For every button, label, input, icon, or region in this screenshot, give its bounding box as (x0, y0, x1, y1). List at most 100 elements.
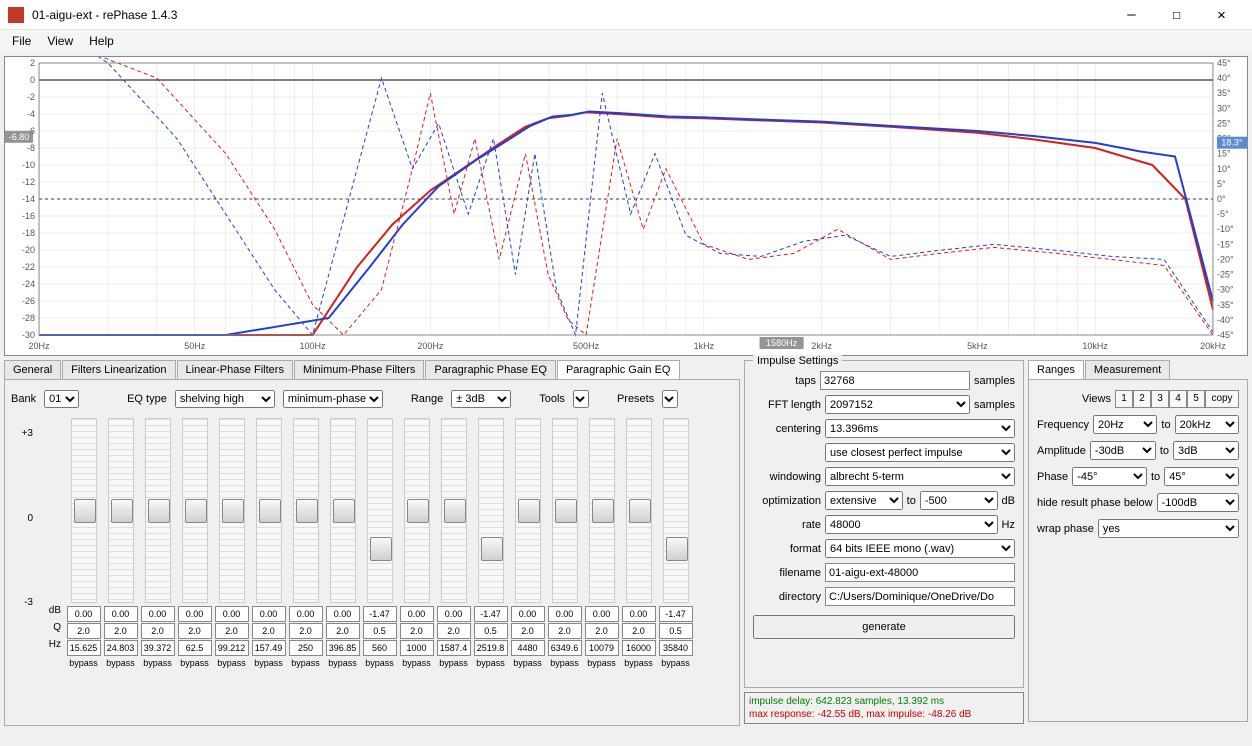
eq-db-7[interactable]: 0.00 (326, 606, 360, 622)
eq-slider-14[interactable] (589, 418, 615, 603)
tab-measurement[interactable]: Measurement (1085, 360, 1170, 379)
eq-slider-5[interactable] (256, 418, 282, 603)
eq-hz-11[interactable]: 2519.8 (474, 640, 508, 656)
view-3[interactable]: 3 (1151, 390, 1169, 408)
rate-select[interactable]: 48000 (825, 515, 998, 534)
phase-mode-select[interactable]: minimum-phase (283, 390, 383, 408)
eq-hz-7[interactable]: 396.85 (326, 640, 360, 656)
eq-db-5[interactable]: 0.00 (252, 606, 286, 622)
eq-q-5[interactable]: 2.0 (252, 623, 286, 639)
eq-slider-11[interactable] (478, 418, 504, 603)
eq-bypass-10[interactable]: bypass (437, 657, 471, 671)
eq-hz-4[interactable]: 99.212 (215, 640, 249, 656)
eq-slider-13[interactable] (552, 418, 578, 603)
eq-slider-3[interactable] (182, 418, 208, 603)
eq-db-2[interactable]: 0.00 (141, 606, 175, 622)
eq-bypass-6[interactable]: bypass (289, 657, 323, 671)
eq-bypass-15[interactable]: bypass (622, 657, 656, 671)
eq-slider-0[interactable] (71, 418, 97, 603)
eq-q-13[interactable]: 2.0 (548, 623, 582, 639)
filename-input[interactable] (825, 563, 1015, 582)
eq-q-6[interactable]: 2.0 (289, 623, 323, 639)
eq-slider-2[interactable] (145, 418, 171, 603)
eq-q-8[interactable]: 0.5 (363, 623, 397, 639)
eq-q-1[interactable]: 2.0 (104, 623, 138, 639)
centering-ms-select[interactable]: 13.396ms (825, 419, 1015, 438)
tab-linear-phase-filters[interactable]: Linear-Phase Filters (177, 360, 293, 379)
eq-slider-15[interactable] (626, 418, 652, 603)
eq-bypass-12[interactable]: bypass (511, 657, 545, 671)
eq-q-11[interactable]: 0.5 (474, 623, 508, 639)
hide-phase-select[interactable]: -100dB (1157, 493, 1239, 512)
eq-db-14[interactable]: 0.00 (585, 606, 619, 622)
range-select[interactable]: ± 3dB (451, 390, 511, 408)
eq-db-16[interactable]: -1.47 (659, 606, 693, 622)
eq-q-15[interactable]: 2.0 (622, 623, 656, 639)
eq-bypass-8[interactable]: bypass (363, 657, 397, 671)
eq-slider-6[interactable] (293, 418, 319, 603)
eq-hz-13[interactable]: 6349.6 (548, 640, 582, 656)
tab-minimum-phase-filters[interactable]: Minimum-Phase Filters (294, 360, 424, 379)
menu-view[interactable]: View (39, 32, 81, 50)
eq-hz-8[interactable]: 560 (363, 640, 397, 656)
eq-hz-1[interactable]: 24.803 (104, 640, 138, 656)
phase-from[interactable]: -45° (1072, 467, 1147, 486)
view-2[interactable]: 2 (1133, 390, 1151, 408)
eq-bypass-5[interactable]: bypass (252, 657, 286, 671)
eq-slider-8[interactable] (367, 418, 393, 603)
view-1[interactable]: 1 (1115, 390, 1133, 408)
eq-db-13[interactable]: 0.00 (548, 606, 582, 622)
eq-q-2[interactable]: 2.0 (141, 623, 175, 639)
generate-button[interactable]: generate (753, 615, 1015, 639)
eq-db-12[interactable]: 0.00 (511, 606, 545, 622)
view-copy[interactable]: copy (1205, 390, 1239, 408)
eq-slider-1[interactable] (108, 418, 134, 603)
tools-menu[interactable] (573, 390, 589, 408)
eq-q-12[interactable]: 2.0 (511, 623, 545, 639)
eq-db-8[interactable]: -1.47 (363, 606, 397, 622)
eq-hz-5[interactable]: 157.49 (252, 640, 286, 656)
eq-db-3[interactable]: 0.00 (178, 606, 212, 622)
eq-slider-7[interactable] (330, 418, 356, 603)
optimization-target-select[interactable]: -500 (920, 491, 998, 510)
eq-q-0[interactable]: 2.0 (67, 623, 101, 639)
eq-bypass-14[interactable]: bypass (585, 657, 619, 671)
eq-db-0[interactable]: 0.00 (67, 606, 101, 622)
eq-slider-16[interactable] (663, 418, 689, 603)
menu-help[interactable]: Help (81, 32, 122, 50)
presets-menu[interactable] (662, 390, 678, 408)
taps-input[interactable] (820, 371, 970, 390)
eq-bypass-2[interactable]: bypass (141, 657, 175, 671)
amp-from[interactable]: -30dB (1090, 441, 1156, 460)
eq-db-15[interactable]: 0.00 (622, 606, 656, 622)
close-button[interactable]: ✕ (1199, 0, 1244, 29)
eq-hz-12[interactable]: 4480 (511, 640, 545, 656)
eq-db-9[interactable]: 0.00 (400, 606, 434, 622)
eq-hz-16[interactable]: 35840 (659, 640, 693, 656)
freq-from[interactable]: 20Hz (1093, 415, 1157, 434)
eq-q-14[interactable]: 2.0 (585, 623, 619, 639)
eq-slider-10[interactable] (441, 418, 467, 603)
eq-db-10[interactable]: 0.00 (437, 606, 471, 622)
eq-q-10[interactable]: 2.0 (437, 623, 471, 639)
eq-hz-15[interactable]: 16000 (622, 640, 656, 656)
eq-slider-12[interactable] (515, 418, 541, 603)
eq-bypass-1[interactable]: bypass (104, 657, 138, 671)
eq-q-9[interactable]: 2.0 (400, 623, 434, 639)
freq-to[interactable]: 20kHz (1175, 415, 1239, 434)
phase-to[interactable]: 45° (1164, 467, 1239, 486)
eq-bypass-11[interactable]: bypass (474, 657, 508, 671)
eq-q-4[interactable]: 2.0 (215, 623, 249, 639)
eq-db-11[interactable]: -1.47 (474, 606, 508, 622)
eq-q-7[interactable]: 2.0 (326, 623, 360, 639)
view-4[interactable]: 4 (1169, 390, 1187, 408)
eq-db-6[interactable]: 0.00 (289, 606, 323, 622)
eq-q-16[interactable]: 0.5 (659, 623, 693, 639)
eq-slider-4[interactable] (219, 418, 245, 603)
fft-select[interactable]: 2097152 (825, 395, 970, 414)
format-select[interactable]: 64 bits IEEE mono (.wav) (825, 539, 1015, 558)
wrap-phase-select[interactable]: yes (1098, 519, 1239, 538)
amp-to[interactable]: 3dB (1173, 441, 1239, 460)
eq-db-4[interactable]: 0.00 (215, 606, 249, 622)
eq-bypass-9[interactable]: bypass (400, 657, 434, 671)
